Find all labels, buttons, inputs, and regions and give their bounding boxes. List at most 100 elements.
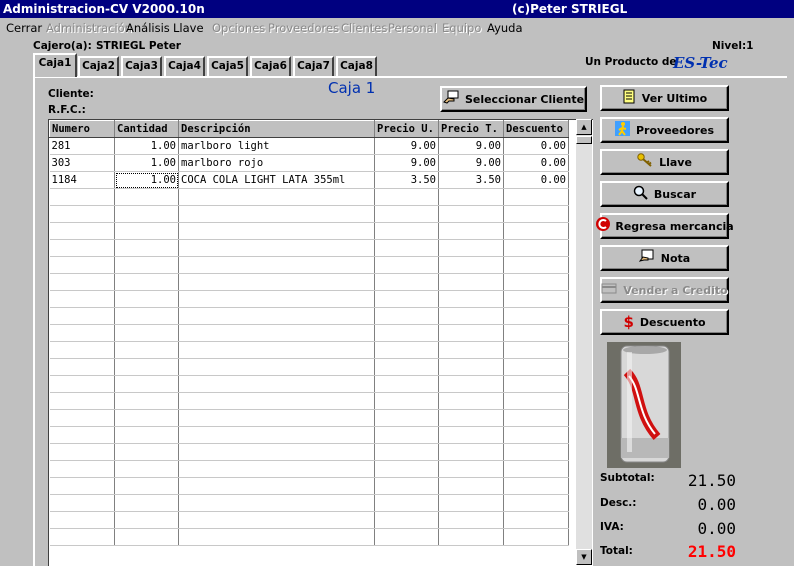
cell-cantidad[interactable] <box>114 239 179 257</box>
cell-descripcion[interactable] <box>178 494 375 512</box>
menu-llave[interactable]: Llave <box>173 21 204 35</box>
cell-precio-u[interactable] <box>374 188 439 206</box>
cell-descripcion[interactable] <box>178 358 375 376</box>
cell-precio-u[interactable]: 9.00 <box>374 137 439 155</box>
cell-precio-t[interactable] <box>438 494 504 512</box>
cell-numero[interactable] <box>49 239 115 257</box>
cell-numero[interactable] <box>49 426 115 444</box>
cell-precio-t[interactable] <box>438 477 504 495</box>
cell-precio-t[interactable] <box>438 460 504 478</box>
llave-button[interactable]: Llave <box>600 149 729 175</box>
cell-precio-t[interactable] <box>438 358 504 376</box>
cell-precio-t[interactable] <box>438 392 504 410</box>
tab-caja4[interactable]: Caja4 <box>164 56 205 76</box>
tab-caja8[interactable]: Caja8 <box>336 56 377 76</box>
cell-precio-t[interactable] <box>438 324 504 342</box>
menu-administracion[interactable]: Administración <box>46 21 132 35</box>
cell-numero[interactable] <box>49 273 115 291</box>
cell-cantidad[interactable] <box>114 307 179 325</box>
cell-precio-u[interactable] <box>374 528 439 546</box>
cell-descuento[interactable] <box>503 290 569 308</box>
descuento-button[interactable]: $ Descuento <box>600 309 729 335</box>
col-cantidad[interactable]: Cantidad <box>114 120 179 138</box>
cell-cantidad[interactable] <box>114 324 179 342</box>
cell-numero[interactable] <box>49 358 115 376</box>
cell-cantidad[interactable] <box>114 528 179 546</box>
table-row[interactable] <box>49 443 569 461</box>
cell-precio-u[interactable] <box>374 358 439 376</box>
cell-cantidad[interactable] <box>114 375 179 393</box>
table-row[interactable] <box>49 528 569 546</box>
table-row[interactable] <box>49 409 569 427</box>
cell-cantidad[interactable] <box>114 273 179 291</box>
buscar-button[interactable]: Buscar <box>600 181 729 207</box>
menu-proveedores[interactable]: Proveedores <box>268 21 339 35</box>
cell-precio-u[interactable] <box>374 307 439 325</box>
cell-cantidad[interactable] <box>114 477 179 495</box>
scroll-down-button[interactable]: ▼ <box>576 549 592 565</box>
cell-precio-t[interactable] <box>438 511 504 529</box>
table-row[interactable] <box>49 205 569 223</box>
cell-precio-t[interactable] <box>438 375 504 393</box>
tab-caja2[interactable]: Caja2 <box>78 56 119 76</box>
seleccionar-cliente-button[interactable]: Seleccionar Cliente <box>440 86 587 112</box>
cell-precio-u[interactable] <box>374 324 439 342</box>
cell-descuento[interactable] <box>503 443 569 461</box>
cell-precio-u[interactable] <box>374 256 439 274</box>
cell-precio-t[interactable] <box>438 239 504 257</box>
scroll-thumb[interactable] <box>576 136 592 144</box>
menu-equipo[interactable]: Equipo <box>442 21 481 35</box>
cell-descripcion[interactable] <box>178 222 375 240</box>
cell-cantidad[interactable] <box>114 222 179 240</box>
tab-caja1[interactable]: Caja1 <box>33 53 77 77</box>
cell-numero[interactable] <box>49 256 115 274</box>
cell-descuento[interactable] <box>503 188 569 206</box>
cell-cantidad[interactable] <box>114 494 179 512</box>
nota-button[interactable]: Nota <box>600 245 729 271</box>
menu-analisis[interactable]: Análisis <box>126 21 170 35</box>
cell-descuento[interactable] <box>503 426 569 444</box>
regresa-mercancia-button[interactable]: Regresa mercancia <box>596 213 734 239</box>
cell-numero[interactable] <box>49 222 115 240</box>
cell-precio-t[interactable] <box>438 307 504 325</box>
cell-descuento[interactable] <box>503 528 569 546</box>
cell-precio-u[interactable]: 3.50 <box>374 171 439 189</box>
cell-numero[interactable] <box>49 205 115 223</box>
cell-numero[interactable] <box>49 324 115 342</box>
cell-descuento[interactable] <box>503 341 569 359</box>
cell-precio-t[interactable] <box>438 409 504 427</box>
cell-descripcion[interactable] <box>178 443 375 461</box>
menu-opciones[interactable]: Opciones <box>212 21 265 35</box>
cell-numero[interactable]: 1184 <box>49 171 115 189</box>
cell-precio-u[interactable] <box>374 477 439 495</box>
cell-descripcion[interactable] <box>178 205 375 223</box>
cell-cantidad[interactable] <box>114 290 179 308</box>
cell-precio-u[interactable] <box>374 494 439 512</box>
cell-descuento[interactable] <box>503 477 569 495</box>
menu-clientes[interactable]: Clientes <box>341 21 387 35</box>
cell-descripcion[interactable] <box>178 256 375 274</box>
cell-precio-t[interactable] <box>438 443 504 461</box>
items-grid[interactable]: Numero Cantidad Descripción Precio U. Pr… <box>48 119 593 566</box>
cell-numero[interactable] <box>49 392 115 410</box>
col-numero[interactable]: Numero <box>49 120 115 138</box>
cell-descuento[interactable]: 0.00 <box>503 154 569 172</box>
cell-cantidad[interactable]: 1.00 <box>114 137 179 155</box>
cell-numero[interactable] <box>49 290 115 308</box>
cell-descuento[interactable] <box>503 205 569 223</box>
cell-cantidad[interactable] <box>114 205 179 223</box>
cell-descuento[interactable]: 0.00 <box>503 171 569 189</box>
menu-ayuda[interactable]: Ayuda <box>487 21 523 35</box>
cell-descuento[interactable] <box>503 494 569 512</box>
table-row[interactable] <box>49 273 569 291</box>
cell-cantidad[interactable] <box>114 460 179 478</box>
cell-precio-u[interactable] <box>374 341 439 359</box>
cell-descripcion[interactable] <box>178 477 375 495</box>
cell-descripcion[interactable] <box>178 324 375 342</box>
table-row[interactable] <box>49 222 569 240</box>
cell-descuento[interactable] <box>503 239 569 257</box>
cell-cantidad[interactable] <box>114 256 179 274</box>
cell-precio-t[interactable] <box>438 426 504 444</box>
cell-cantidad[interactable]: 1.00 <box>114 154 179 172</box>
cell-descripcion[interactable] <box>178 511 375 529</box>
